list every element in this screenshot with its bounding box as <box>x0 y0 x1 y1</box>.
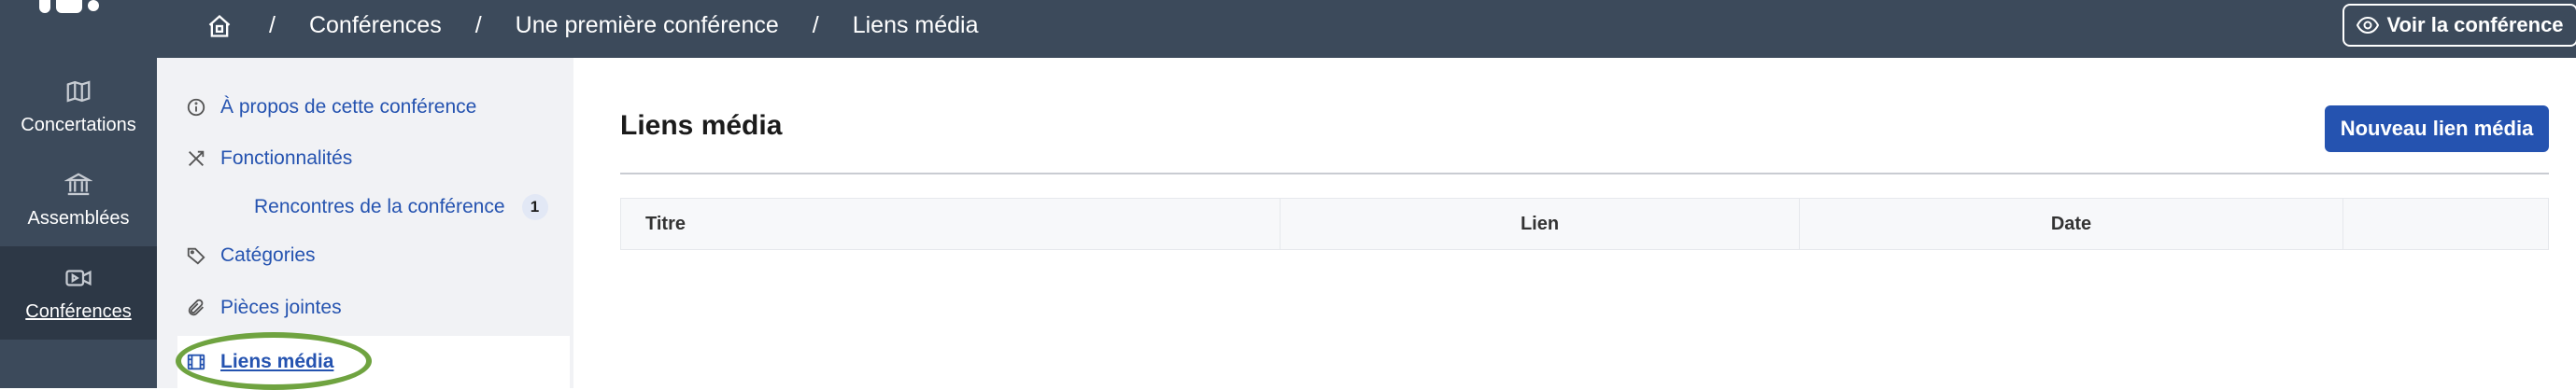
app-logo[interactable] <box>39 0 105 15</box>
rail-item-label: Conférences <box>25 300 132 322</box>
view-conference-label: Voir la conférence <box>2386 13 2564 36</box>
subnav-item-label: Rencontres de la conférence <box>254 196 505 217</box>
paperclip-icon <box>185 297 207 319</box>
count-badge: 1 <box>521 194 548 220</box>
subnav-item-label: À propos de cette conférence <box>220 96 477 118</box>
column-header-link[interactable]: Lien <box>1281 199 1800 249</box>
subnav-item-label: Pièces jointes <box>220 297 342 318</box>
subnav-item-label: Liens média <box>220 351 334 372</box>
breadcrumb-conference[interactable]: Une première conférence <box>516 12 779 39</box>
subnav-item-attachments[interactable]: Pièces jointes <box>185 287 342 328</box>
breadcrumb-conferences[interactable]: Conférences <box>309 12 442 39</box>
video-icon <box>65 269 92 286</box>
subnav-item-media-links[interactable]: Liens média <box>177 336 570 388</box>
table-header: Titre Lien Date <box>620 198 2549 250</box>
rail-item-concertations[interactable]: Concertations <box>0 60 157 153</box>
institution-icon <box>64 172 92 195</box>
top-bar: / Conférences / Une première conférence … <box>0 0 2576 58</box>
page-title: Liens média <box>620 110 783 141</box>
breadcrumb-current: Liens média <box>852 12 979 38</box>
subnav-item-about[interactable]: À propos de cette conférence <box>185 87 476 128</box>
map-icon <box>66 79 91 103</box>
subnav-item-categories[interactable]: Catégories <box>185 235 316 276</box>
column-header-actions <box>2343 199 2548 249</box>
breadcrumb-separator: / <box>474 12 482 38</box>
breadcrumb-separator: / <box>269 12 276 38</box>
breadcrumb-separator: / <box>812 12 819 38</box>
rail-item-conferences[interactable]: Conférences <box>0 246 157 340</box>
subnav-item-features[interactable]: Fonctionnalités <box>185 138 352 179</box>
new-media-link-button[interactable]: Nouveau lien média <box>2325 105 2549 152</box>
info-icon <box>185 96 207 118</box>
column-header-title[interactable]: Titre <box>621 199 1281 249</box>
eye-icon <box>2357 16 2380 35</box>
subnav-item-label: Fonctionnalités <box>220 147 353 169</box>
subnav-item-meetings[interactable]: Rencontres de la conférence 1 <box>254 187 548 228</box>
home-icon[interactable] <box>204 10 235 42</box>
column-header-date[interactable]: Date <box>1800 199 2343 249</box>
main-sidebar: Concertations Assemblées Conférences <box>0 58 157 388</box>
tag-icon <box>185 244 207 267</box>
rail-item-label: Assemblées <box>27 207 130 229</box>
breadcrumb: / Conférences / Une première conférence … <box>204 0 979 51</box>
tools-icon <box>185 147 207 170</box>
subnav-item-label: Catégories <box>220 244 316 266</box>
title-divider <box>620 173 2549 174</box>
rail-item-assemblees[interactable]: Assemblées <box>0 153 157 246</box>
film-icon <box>185 351 207 373</box>
view-conference-button[interactable]: Voir la conférence <box>2342 4 2576 47</box>
rail-item-label: Concertations <box>21 114 136 135</box>
secondary-nav: À propos de cette conférence Fonctionnal… <box>157 58 573 388</box>
